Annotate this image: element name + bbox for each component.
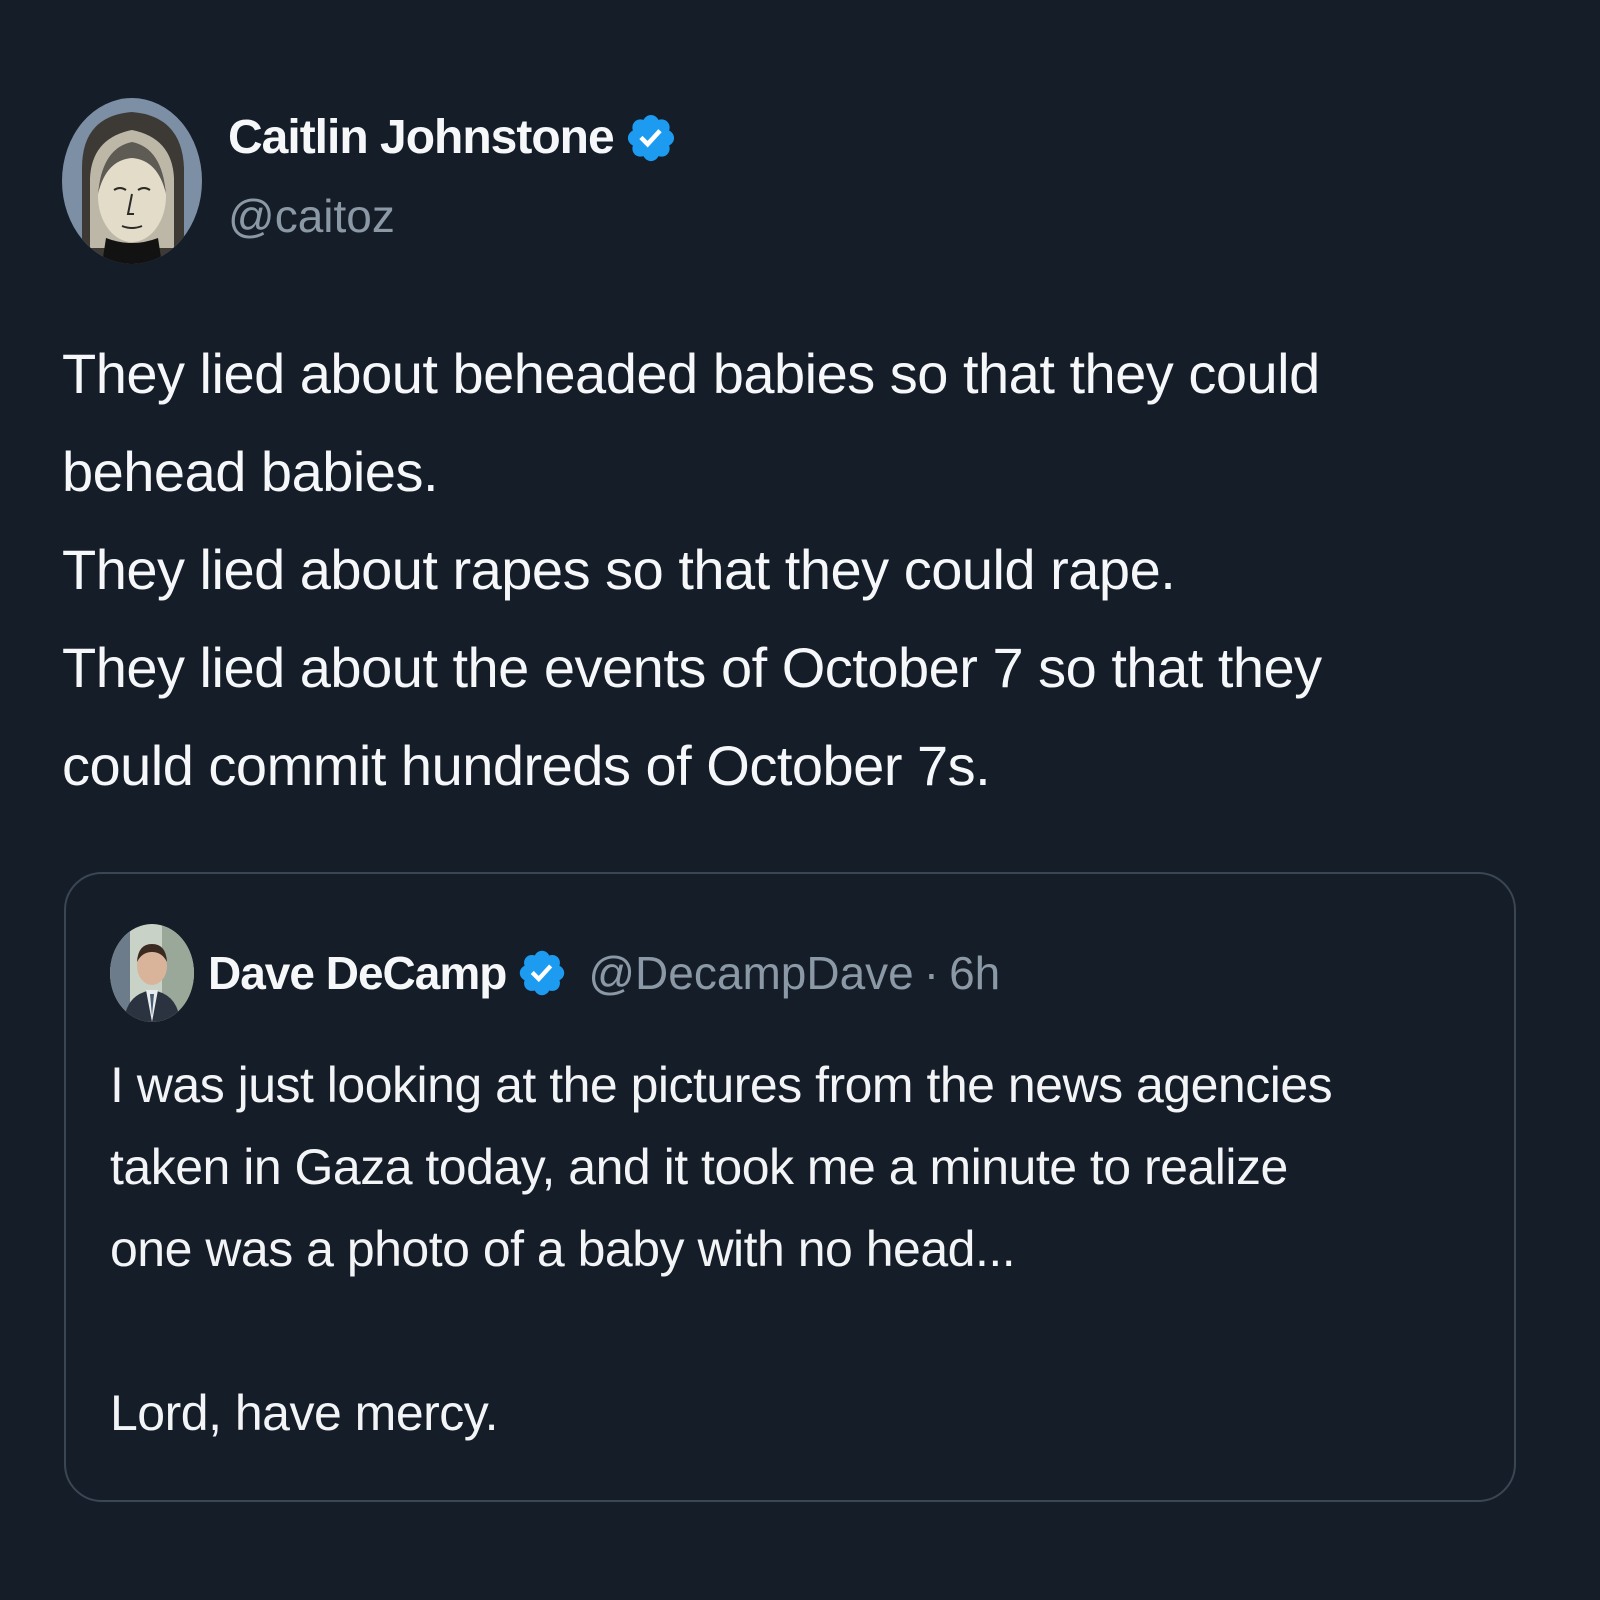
tweet-text-line: They lied about the events of October 7 … [62, 636, 1322, 699]
quoted-text-line: taken in Gaza today, and it took me a mi… [110, 1139, 1288, 1195]
author-display-name[interactable]: Caitlin Johnstone [228, 110, 615, 166]
quoted-text-closing-line: Lord, have mercy. [110, 1385, 498, 1441]
separator-dot: · [923, 947, 940, 999]
quoted-tweet-text: I was just looking at the pictures from … [110, 1044, 1490, 1454]
tweet-author-row: Caitlin Johnstone @caitoz [62, 98, 678, 264]
tweet-text-line: could commit hundreds of October 7s. [62, 734, 991, 797]
tweet-text-line: They lied about rapes so that they could… [62, 538, 1176, 601]
quoted-tweet-header: Dave DeCamp @DecampDave · 6h [110, 924, 1000, 1022]
avatar-illustration-icon [62, 98, 202, 264]
quoted-text-line: I was just looking at the pictures from … [110, 1057, 1333, 1113]
avatar-photo-icon [110, 924, 194, 1022]
author-meta: Caitlin Johnstone @caitoz [228, 110, 678, 244]
verified-badge-icon [627, 114, 674, 162]
quoted-author-handle[interactable]: @DecampDave [588, 946, 913, 1000]
verified-badge-icon [520, 950, 565, 996]
quoted-author-name[interactable]: Dave DeCamp [208, 946, 507, 1000]
author-handle[interactable]: @caitoz [228, 188, 678, 244]
avatar[interactable] [62, 98, 202, 264]
quoted-tweet-timestamp[interactable]: 6h [949, 946, 1000, 1000]
author-name-line: Caitlin Johnstone [228, 110, 678, 166]
quoted-text-line: one was a photo of a baby with no head..… [110, 1221, 1016, 1277]
tweet-text-line: They lied about beheaded babies so that … [62, 342, 1320, 405]
tweet-text-line: behead babies. [62, 440, 439, 503]
quoted-tweet-card[interactable]: Dave DeCamp @DecampDave · 6h I was just … [64, 872, 1516, 1502]
tweet: Caitlin Johnstone @caitoz They lied abou… [0, 0, 1600, 1600]
tweet-text: They lied about beheaded babies so that … [62, 325, 1542, 815]
quoted-author-avatar[interactable] [110, 924, 194, 1022]
